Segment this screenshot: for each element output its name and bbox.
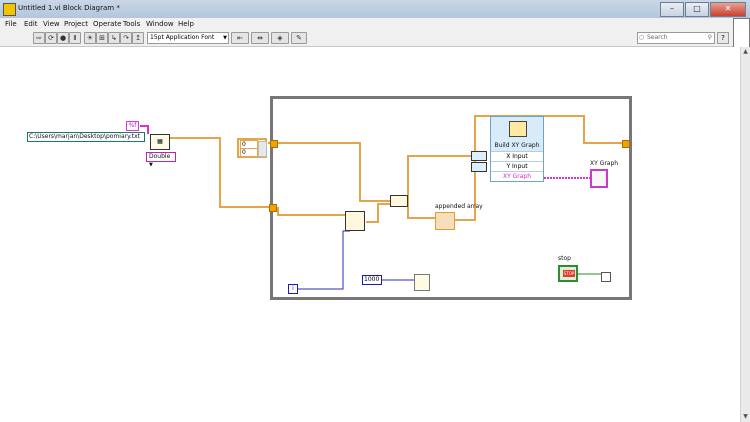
stop-label: stop: [558, 255, 571, 262]
array-index-display[interactable]: [258, 141, 267, 157]
x-input-array-icon[interactable]: [471, 151, 487, 161]
appended-array-label: appended array: [435, 203, 483, 210]
stop-button-text: STOP: [563, 270, 575, 277]
y-input-array-icon[interactable]: [471, 162, 487, 172]
scroll-down-icon[interactable]: ▼: [742, 413, 749, 421]
appended-array-indicator[interactable]: [435, 212, 455, 230]
xy-graph-output-terminal[interactable]: XY Graph: [491, 171, 543, 181]
type-selector[interactable]: Double ▼: [146, 152, 176, 168]
wait-ms-constant[interactable]: 1000: [362, 275, 382, 285]
y-input-terminal[interactable]: Y Input: [491, 161, 543, 171]
shift-register-left: [270, 140, 278, 148]
vertical-scrollbar[interactable]: ▲ ▼: [740, 47, 750, 422]
xy-graph-label: XY Graph: [590, 160, 619, 167]
loop-input-tunnel: [269, 204, 277, 212]
initial-array-constant[interactable]: 0 0: [237, 138, 267, 158]
iteration-terminal[interactable]: i: [288, 284, 298, 294]
file-path-constant[interactable]: C:\Users\marjan\Desktop\pomiary.txt: [27, 132, 145, 142]
chevron-down-icon: ▼: [149, 162, 153, 168]
build-xy-graph-node[interactable]: Build XY Graph X Input Y Input XY Graph: [490, 116, 544, 182]
xy-graph-terminal[interactable]: [590, 169, 608, 188]
wait-ms-icon[interactable]: [414, 274, 430, 291]
build-xy-graph-title: Build XY Graph: [494, 142, 540, 149]
read-spreadsheet-file-icon[interactable]: ▦: [150, 134, 170, 150]
xy-graph-express-icon: [509, 121, 527, 137]
scroll-up-icon[interactable]: ▲: [742, 48, 749, 56]
loop-condition-terminal[interactable]: [601, 272, 611, 282]
build-array-icon[interactable]: [345, 211, 365, 231]
stop-button-terminal[interactable]: STOP: [558, 265, 578, 282]
index-array-icon[interactable]: [390, 195, 408, 207]
shift-register-right: [622, 140, 630, 148]
x-input-terminal[interactable]: X Input: [491, 151, 543, 161]
format-string-constant[interactable]: %f: [126, 121, 139, 131]
array-cell-1[interactable]: 0: [240, 148, 258, 157]
